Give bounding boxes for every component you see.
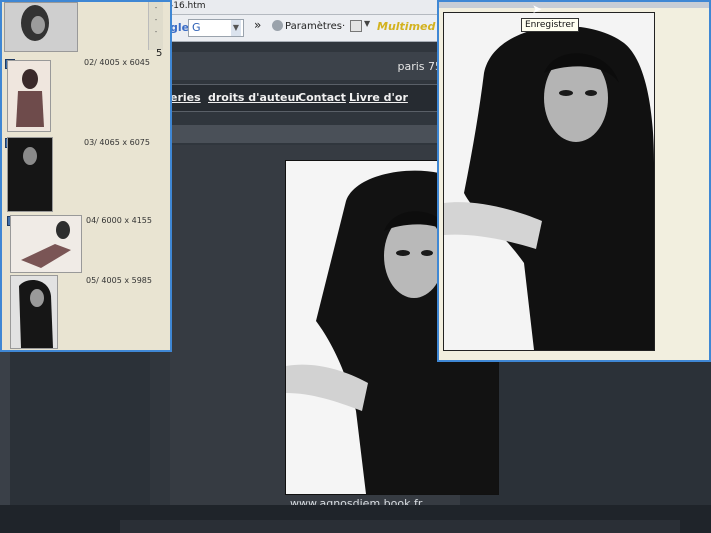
thumbnail-05[interactable] [10,275,58,349]
google-g-icon: G [192,21,201,34]
chevron-down-icon[interactable]: ▼ [364,19,370,28]
thumbnail-label: 02/ 4005 x 6045 [84,58,150,67]
google-logo: gle [170,21,190,34]
chevron-down-icon[interactable]: ▼ [231,20,241,36]
preview-window [437,0,711,362]
popup-blocker-icon[interactable] [350,20,362,32]
google-toolbar: gle G ▼ » Paramètres· ▼ Multimed [150,15,450,42]
site-band [170,125,460,143]
google-search-combo[interactable]: G ▼ [188,19,244,37]
thumbnail-image [8,61,50,131]
scroll-mid-icon[interactable]: - [149,14,163,26]
url-text: -16.htm [170,1,206,11]
preview-photo[interactable] [443,12,655,351]
nav-link-galeries[interactable]: eries [170,91,201,104]
nav-link-guestbook[interactable]: Livre d'or [349,91,408,104]
site-nav: eries droits d'auteur Contact Livre d'or [170,84,460,112]
thumbnail-label: 04/ 6000 x 4155 [86,216,152,225]
thumbnail-03[interactable] [7,137,53,212]
more-chevron-icon[interactable]: » [254,18,261,32]
page-number: 5 [156,48,163,59]
taskbar [120,520,680,533]
settings-label: Paramètres [285,21,343,32]
portrait-image [444,13,654,350]
thumbnail-image [8,138,52,211]
settings-icon [272,20,283,31]
scroll-down-icon[interactable]: - [149,26,163,38]
nav-link-copyright[interactable]: droits d'auteur [208,91,301,104]
scrollbar[interactable]: - - - [148,2,163,50]
site-header: paris 75 [170,52,460,80]
save-tooltip: Enregistrer [521,18,579,32]
nav-link-contact[interactable]: Contact [298,91,346,104]
multimedia-brand-button[interactable]: Multimed [377,20,435,33]
address-bar[interactable]: -16.htm [150,0,450,15]
preview-titlebar[interactable] [439,2,709,8]
thumbnail-04[interactable] [10,215,82,273]
thumbnail-label: 05/ 4005 x 5985 [86,276,152,285]
scroll-up-icon[interactable]: - [149,2,163,14]
thumbnail-image [11,276,57,348]
thumbnail-image [5,3,77,51]
thumbnail-panel: - - - 5 02/ 4005 x 6045 03/ 4065 x 6075 … [0,0,172,352]
mouse-cursor-icon: ➤ [532,2,543,16]
settings-button[interactable]: Paramètres· [272,20,345,32]
site-city: paris 75 [397,60,442,73]
thumbnail-02[interactable] [7,60,51,132]
thumbnail-label: 03/ 4065 x 6075 [84,138,150,147]
thumbnail-image [11,216,81,272]
dropdown-icon: · [342,21,346,32]
thumbnail-01[interactable] [4,2,78,52]
